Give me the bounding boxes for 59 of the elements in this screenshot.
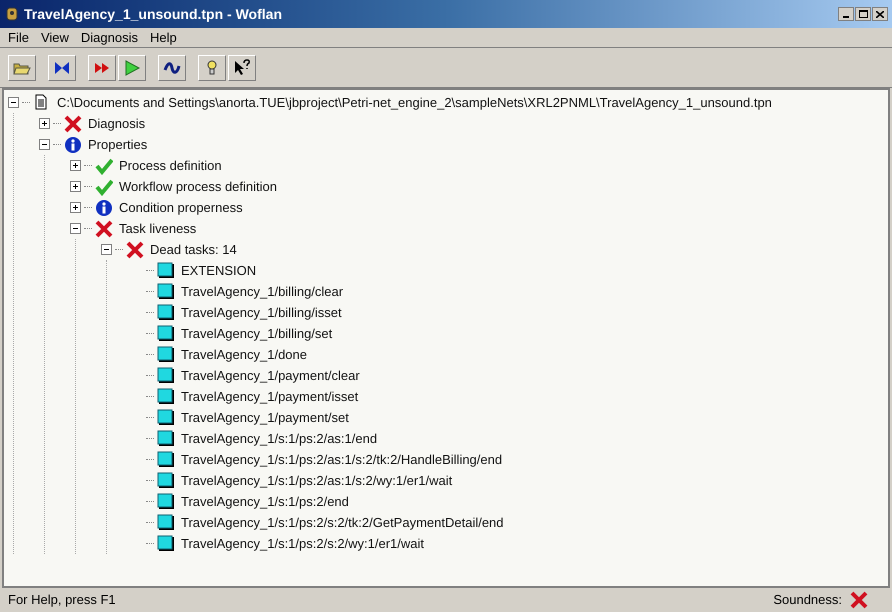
help-pointer-icon	[232, 58, 252, 78]
minus-icon	[41, 141, 48, 148]
plus-icon	[72, 183, 79, 190]
tree-item[interactable]: TravelAgency_1/payment/clear	[181, 366, 360, 386]
tree-item[interactable]: TravelAgency_1/billing/set	[181, 324, 332, 344]
tree-item[interactable]: TravelAgency_1/s:1/ps:2/as:1/end	[181, 428, 378, 448]
expand-toggle[interactable]	[39, 118, 50, 129]
close-button[interactable]	[872, 7, 888, 21]
tree-item[interactable]: TravelAgency_1/done	[181, 344, 307, 364]
expand-toggle[interactable]	[70, 202, 81, 213]
tree-item[interactable]: Dead tasks: 14	[150, 240, 237, 260]
tree-item[interactable]: TravelAgency_1/payment/isset	[181, 386, 358, 406]
expand-toggle[interactable]	[70, 160, 81, 171]
tree-item[interactable]: Process definition	[119, 156, 222, 176]
menu-item[interactable]: View	[40, 28, 69, 48]
close-icon	[876, 10, 884, 18]
tree-item[interactable]: TravelAgency_1/s:1/ps:2/s:2/tk:2/GetPaymentDetail/end	[181, 512, 504, 532]
toolbar-button[interactable]	[8, 54, 36, 80]
menu-item[interactable]: File	[8, 28, 29, 48]
collapse-toggle[interactable]	[70, 223, 81, 234]
tree-item[interactable]: TravelAgency_1/s:1/ps:2/as:1/s:2/tk:2/HandleBilling/end	[181, 450, 502, 470]
toolbar-button[interactable]	[48, 54, 76, 80]
plus-icon	[72, 162, 79, 169]
tree-item[interactable]: TravelAgency_1/billing/clear	[181, 282, 344, 302]
minimize-button[interactable]	[838, 7, 854, 21]
maximize-icon	[858, 10, 868, 18]
minus-icon	[10, 99, 17, 106]
toolbar-button[interactable]	[158, 54, 186, 80]
app-icon	[4, 6, 20, 22]
collapse-toggle[interactable]	[101, 244, 112, 255]
toolbar-button[interactable]	[228, 54, 256, 80]
plus-icon	[41, 120, 48, 127]
collapse-toggle[interactable]	[39, 139, 50, 150]
menu-item[interactable]: Help	[150, 28, 177, 48]
tree-item[interactable]: Diagnosis	[88, 114, 146, 134]
tree-item[interactable]: C:\Documents and Settings\anorta.TUE\jbproject\Petri-net_engine_2\sampleNets\XRL2PNML\TravelAgency_1_unsound.tpn	[57, 92, 772, 112]
collapse-toggle[interactable]	[8, 97, 19, 108]
minus-icon	[103, 246, 110, 253]
expand-toggle[interactable]	[70, 181, 81, 192]
tree-item[interactable]: Condition properness	[119, 198, 243, 218]
toolbar-button[interactable]	[118, 54, 146, 80]
minus-icon	[72, 225, 79, 232]
tree-item[interactable]: TravelAgency_1/s:1/ps:2/s:2/wy:1/er1/wait	[181, 534, 424, 554]
tree-item[interactable]: TravelAgency_1/payment/set	[181, 408, 349, 428]
minimize-icon	[843, 16, 849, 18]
tree-item[interactable]: TravelAgency_1/s:1/ps:2/end	[181, 492, 349, 512]
tree-item[interactable]: TravelAgency_1/billing/isset	[181, 302, 342, 322]
window-title: TravelAgency_1_unsound.tpn - Woflan	[24, 4, 284, 24]
tree-item[interactable]: Workflow process definition	[119, 176, 277, 196]
plus-icon	[72, 204, 79, 211]
toolbar-button[interactable]	[198, 54, 226, 80]
menu-item[interactable]: Diagnosis	[80, 28, 138, 48]
tree-item[interactable]: Properties	[88, 134, 148, 154]
tree-item[interactable]: Task liveness	[119, 218, 196, 238]
status-text: For Help, press F1	[8, 591, 117, 610]
tree-item[interactable]: EXTENSION	[181, 260, 256, 280]
soundness-label: Soundness:	[773, 591, 842, 610]
maximize-button[interactable]	[855, 7, 871, 21]
tree-item[interactable]: TravelAgency_1/s:1/ps:2/as:1/s:2/wy:1/er1/wait	[181, 470, 452, 490]
